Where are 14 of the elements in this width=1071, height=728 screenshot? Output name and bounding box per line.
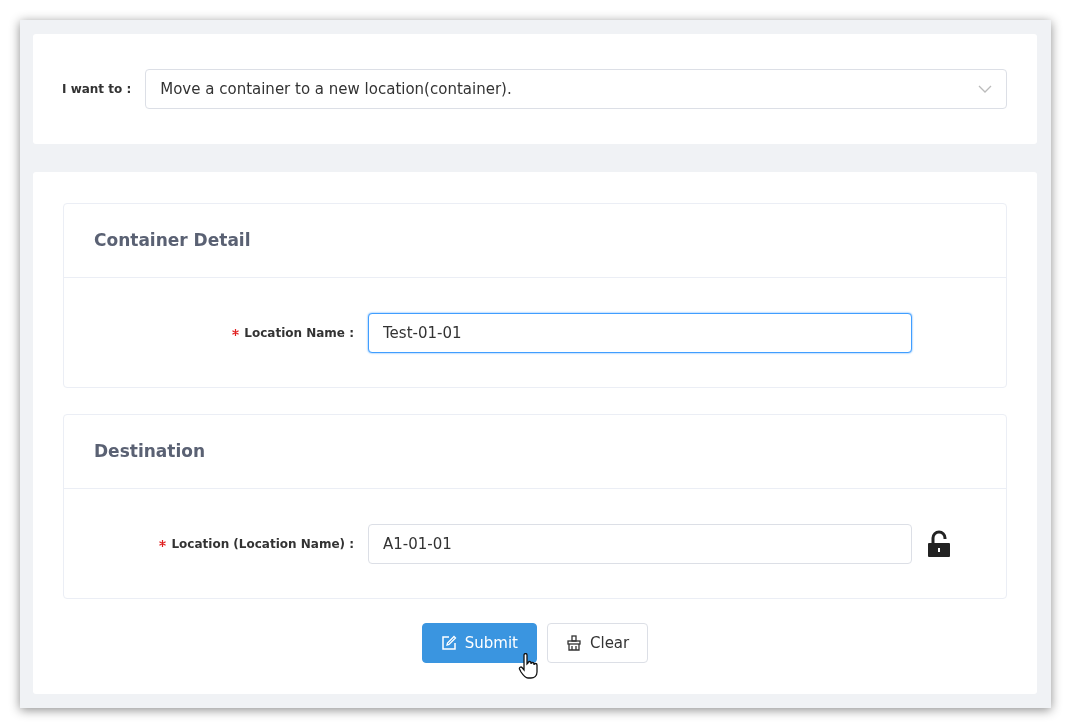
padlock-icon[interactable] [927, 529, 951, 558]
section-title: Container Detail [64, 204, 1006, 278]
edit-icon [440, 635, 457, 651]
text-field[interactable]: A1-01-01 [368, 523, 912, 564]
intent-label: I want to : [62, 82, 132, 96]
chevron-down-icon [978, 85, 992, 93]
field-label: Location (Location Name) : [171, 536, 354, 551]
broom-icon [566, 635, 582, 651]
intent-select[interactable]: Move a container to a new location(container). [145, 69, 1007, 109]
section-title: Destination [64, 415, 1006, 489]
hand-cursor-icon [518, 653, 540, 681]
text-field[interactable]: Test-01-01 [368, 312, 912, 353]
clear-button[interactable]: Clear [547, 623, 649, 663]
field-label: Location Name : [244, 325, 354, 340]
